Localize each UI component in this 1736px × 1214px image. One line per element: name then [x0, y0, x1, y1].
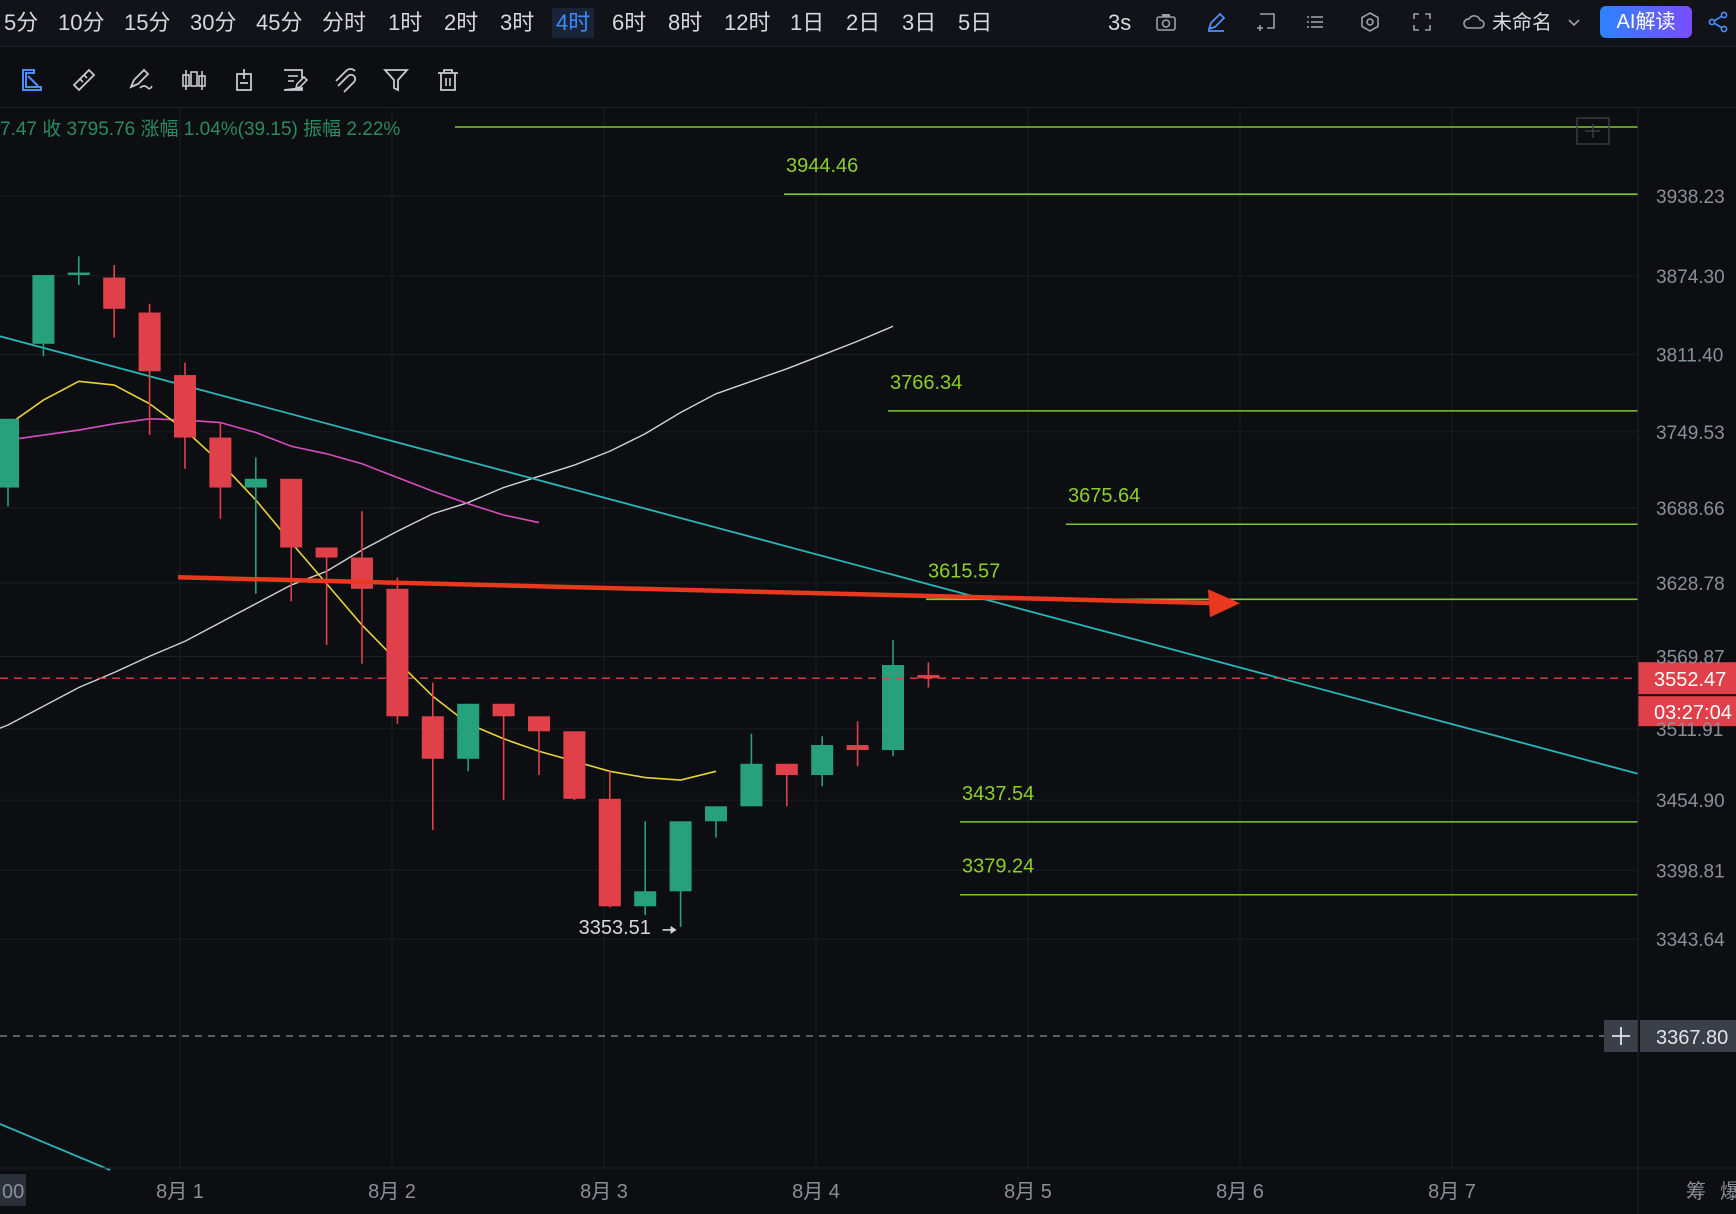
chart-axes: 3938.23 3874.30 3811.40 3749.53 3688.66 3628.…: [0, 108, 1736, 1214]
candle-body: [209, 437, 232, 488]
candle: [917, 662, 940, 688]
candle-body: [705, 806, 727, 822]
ma-pink-line: [0, 417, 540, 524]
candle-body: [386, 588, 409, 717]
candle-body: [138, 312, 161, 372]
candle: [669, 821, 692, 927]
candle-body: [846, 745, 869, 751]
candle: [351, 511, 373, 664]
candle: [421, 682, 444, 831]
candle-body: [811, 745, 834, 776]
candle: [811, 736, 834, 787]
candle-body: [492, 703, 515, 717]
candle-body: [740, 763, 763, 807]
level-label: 3379.24: [962, 856, 1034, 878]
candle-body: [174, 375, 196, 438]
red-arrow-line: [177, 575, 1223, 606]
price-axis-label: 3511.91: [1656, 720, 1723, 741]
price-chart[interactable]: 3944.46 3766.34 3675.64 3615.57 3437.54 3379.…: [0, 0, 1736, 1214]
price-axis-label: 3398.81: [1656, 861, 1725, 882]
date-axis-label: 8月 6: [1216, 1181, 1264, 1203]
date-axis-label: 8月 3: [580, 1181, 628, 1203]
red-arrow-head: [1208, 589, 1240, 618]
level-label: 3437.54: [962, 783, 1034, 805]
candle: [32, 275, 55, 357]
candle-body: [669, 821, 692, 892]
candle: [846, 721, 869, 767]
candle: [563, 731, 586, 801]
candle: [386, 577, 409, 724]
date-axis-label: 8月 5: [1004, 1181, 1052, 1203]
candle-body: [0, 418, 19, 488]
price-axis-label: 3749.53: [1656, 423, 1725, 444]
date-axis-label: 8月 1: [156, 1181, 204, 1203]
candle-body: [634, 891, 657, 907]
candle: [705, 806, 727, 838]
bottom-right-label: 爆: [1720, 1180, 1736, 1203]
candle: [138, 303, 161, 436]
low-price-label: 3353.51: [579, 917, 651, 939]
level-label: 3766.34: [890, 372, 962, 394]
candle-body: [421, 716, 444, 759]
level-label: 3944.46: [786, 155, 858, 177]
level-label: 3615.57: [928, 560, 1000, 582]
candle-body: [244, 478, 267, 488]
candle: [0, 418, 19, 507]
chart-grid: [0, 108, 1638, 1168]
candle-body: [775, 763, 798, 776]
price-axis-label: 3569.87: [1656, 647, 1725, 668]
candle-body: [563, 731, 586, 799]
candle: [598, 771, 621, 908]
candle-body: [67, 272, 90, 276]
candle-body: [32, 275, 55, 344]
date-axis-label: 8月 7: [1428, 1181, 1476, 1203]
candle-body: [103, 277, 126, 309]
candle-body: [315, 547, 338, 558]
candle: [315, 547, 338, 646]
candle: [634, 821, 657, 916]
candle: [882, 640, 904, 757]
bottom-right-label: 筹: [1686, 1180, 1706, 1203]
price-axis-label: 3454.90: [1656, 791, 1725, 812]
candle: [492, 703, 515, 801]
date-axis-label: 8月 4: [792, 1181, 840, 1203]
price-axis-label: 3343.64: [1656, 930, 1725, 951]
descending-trendline: [0, 335, 1639, 775]
date-axis-label: 8月 2: [368, 1181, 416, 1203]
candle-body: [528, 716, 550, 732]
ohlc-info: 7.47 收 3795.76 涨幅 1.04%(39.15) 振幅 2.22%: [0, 119, 401, 140]
candle: [209, 422, 232, 519]
ma-white-line: [0, 325, 894, 729]
candle: [457, 703, 480, 772]
crosshair-price-label: 3367.80: [1656, 1027, 1728, 1049]
price-axis-label: 3688.66: [1656, 499, 1725, 520]
price-axis-label: 3628.78: [1656, 574, 1725, 595]
date-axis-label: 00: [2, 1181, 24, 1203]
candle-body: [598, 798, 621, 907]
price-axis-label: 3811.40: [1656, 346, 1723, 367]
price-axis-label: 3874.30: [1656, 267, 1725, 288]
current-price-label: 3552.47: [1654, 669, 1726, 691]
candle: [740, 733, 763, 807]
lower-trendline: [0, 1123, 111, 1171]
chart-overlay: 3552.4703:27:043367.803353.51: [0, 117, 1736, 1052]
candle: [67, 256, 90, 286]
candle: [528, 716, 550, 776]
level-label: 3675.64: [1068, 485, 1140, 507]
candle-body: [457, 703, 480, 759]
low-marker-arrowhead: [670, 925, 677, 934]
candle: [244, 457, 267, 594]
candle-body: [280, 478, 303, 548]
price-axis-label: 3938.23: [1656, 187, 1725, 208]
horizontal-levels: 3944.46 3766.34 3675.64 3615.57 3437.54 3379.…: [455, 126, 1638, 896]
candle: [174, 362, 196, 469]
moving-averages: [0, 325, 894, 781]
